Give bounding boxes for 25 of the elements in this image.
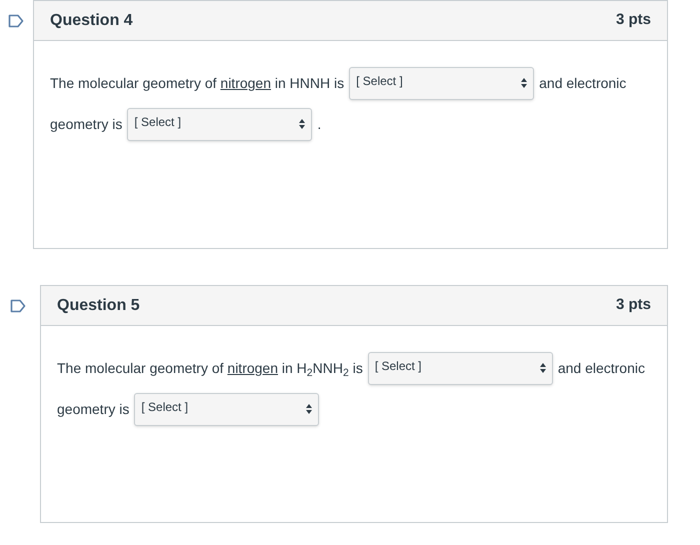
question-title: Question 4 (50, 10, 133, 30)
question-text: in H$_{2}$NNH$_{2}$ is (280, 359, 363, 379)
answer-dropdown[interactable]: [ Select ] (127, 108, 312, 141)
term-link[interactable]: nitrogen (227, 358, 278, 379)
flag-icon[interactable] (8, 14, 24, 28)
question-text: geometry is (50, 115, 122, 134)
term-link[interactable]: nitrogen (220, 73, 271, 94)
sort-arrows-icon (299, 119, 306, 129)
question-text: The molecular geometry of (50, 74, 218, 93)
flag-icon[interactable] (10, 299, 26, 313)
answer-dropdown[interactable]: [ Select ] (134, 393, 320, 426)
points-label: 3 pts (616, 295, 651, 316)
answer-dropdown[interactable]: [ Select ] (368, 352, 553, 385)
question-text: and electronic (539, 74, 626, 93)
sort-arrows-icon (540, 363, 546, 373)
answer-dropdown[interactable]: [ Select ] (349, 67, 534, 100)
sort-arrows-icon (521, 78, 528, 88)
question-text: in HNNH is (274, 74, 344, 93)
question-text: and electronic (558, 359, 645, 378)
question-text: The molecular geometry of (57, 359, 225, 378)
points-label: 3 pts (616, 10, 651, 30)
sort-arrows-icon (306, 404, 312, 414)
question-text: . (317, 115, 322, 134)
question-text: geometry is (57, 400, 130, 419)
question-title: Question 5 (57, 296, 140, 316)
